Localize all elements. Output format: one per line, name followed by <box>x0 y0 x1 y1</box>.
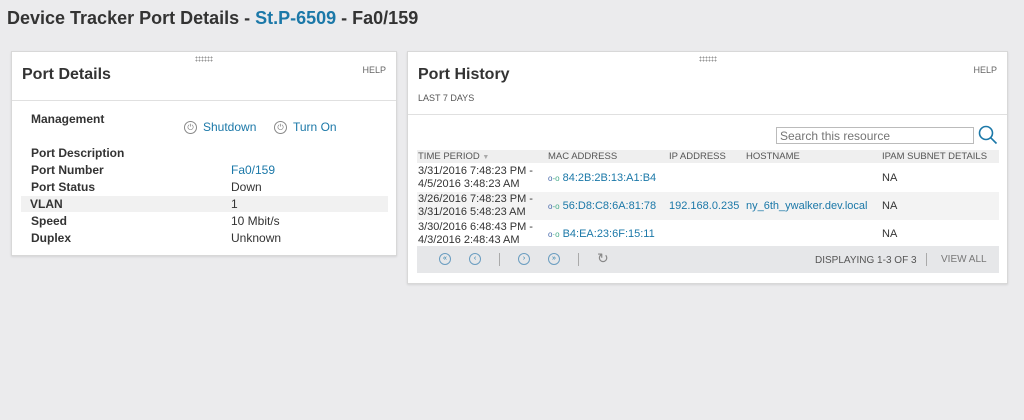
help-link[interactable]: HELP <box>973 65 997 75</box>
row-label: VLAN <box>30 197 63 211</box>
title-prefix: Device Tracker Port Details - <box>7 8 256 28</box>
panel-title: Port Details <box>22 66 111 83</box>
ipam-cell: NA <box>882 172 898 184</box>
panel-subtitle: LAST 7 DAYS <box>418 93 475 103</box>
shutdown-label: Shutdown <box>203 120 257 134</box>
help-link[interactable]: HELP <box>362 65 386 75</box>
ipam-cell: NA <box>882 228 898 240</box>
detail-row: Port Number Fa0/159 <box>21 162 388 178</box>
refresh-icon[interactable]: ↻ <box>597 250 609 267</box>
time-end: 3/31/2016 5:48:23 AM <box>418 206 526 218</box>
drag-handle[interactable] <box>195 56 213 62</box>
connection-icon: o-o <box>548 174 560 183</box>
time-period: 3/31/2016 7:48:23 PM -4/5/2016 3:48:23 A… <box>418 165 533 191</box>
detail-row: VLAN 1 <box>21 196 388 212</box>
title-suffix: - Fa0/159 <box>336 8 419 28</box>
first-page-icon[interactable]: « <box>439 253 451 265</box>
row-label: Speed <box>31 214 68 228</box>
last-page-icon[interactable]: » <box>548 253 560 265</box>
column-header-ip[interactable]: IP ADDRESS <box>669 150 726 163</box>
search-icon[interactable] <box>978 125 998 145</box>
time-period: 3/30/2016 6:48:43 PM -4/3/2016 2:48:43 A… <box>418 221 533 247</box>
drag-handle[interactable] <box>698 56 717 62</box>
time-period: 3/26/2016 7:48:23 PM -3/31/2016 5:48:23 … <box>418 193 533 219</box>
table-header: TIME PERIOD ▼ MAC ADDRESS IP ADDRESS HOS… <box>417 150 999 163</box>
divider <box>12 100 396 101</box>
row-label: Port Number <box>31 163 104 177</box>
row-value: 10 Mbit/s <box>231 214 280 228</box>
view-all-link[interactable]: VIEW ALL <box>941 254 987 265</box>
row-value: Unknown <box>231 231 282 245</box>
mac-cell: o-o 84:2B:2B:13:A1:B4 <box>548 172 656 185</box>
row-value[interactable]: Fa0/159 <box>231 162 275 178</box>
column-label: TIME PERIOD <box>418 151 480 162</box>
table-row: 3/31/2016 7:48:23 PM -4/5/2016 3:48:23 A… <box>417 164 999 192</box>
connection-icon: o-o <box>548 202 560 211</box>
port-details-panel: Port Details HELP Management ⏻ Shutdown ⏻… <box>11 51 397 256</box>
divider <box>408 114 1007 115</box>
ipam-cell: NA <box>882 200 898 212</box>
search-input[interactable] <box>776 127 974 144</box>
page-title: Device Tracker Port Details - St.P-6509 … <box>7 8 418 29</box>
power-icon: ⏻ <box>184 120 197 134</box>
column-header-time[interactable]: TIME PERIOD ▼ <box>418 150 489 164</box>
mac-cell: o·o B4:EA:23:6F:15:11 <box>548 228 655 241</box>
row-value: Down <box>231 180 262 194</box>
time-start: 3/31/2016 7:48:23 PM - <box>418 165 533 177</box>
table-row: 3/30/2016 6:48:43 PM -4/3/2016 2:48:43 A… <box>417 220 999 248</box>
disconnected-icon: o·o <box>548 230 560 239</box>
mac-cell: o-o 56:D8:C8:6A:81:78 <box>548 200 656 213</box>
separator <box>499 253 500 266</box>
time-start: 3/30/2016 6:48:43 PM - <box>418 221 533 233</box>
port-history-panel: Port History LAST 7 DAYS HELP TIME PERIO… <box>407 51 1008 284</box>
time-end: 4/3/2016 2:48:43 AM <box>418 234 520 246</box>
shutdown-button[interactable]: ⏻ Shutdown <box>184 120 256 134</box>
management-label: Management <box>31 112 105 126</box>
previous-page-icon[interactable]: ‹ <box>469 253 481 265</box>
row-label: Port Description <box>31 146 125 160</box>
column-header-ipam[interactable]: IPAM SUBNET DETAILS <box>882 150 987 163</box>
separator <box>578 253 579 266</box>
separator <box>926 253 927 266</box>
power-icon: ⏻ <box>274 120 287 134</box>
row-value: 1 <box>231 197 238 211</box>
column-header-hostname[interactable]: HOSTNAME <box>746 150 800 163</box>
detail-row: Port Description <box>21 145 388 161</box>
hostname-link[interactable]: ny_6th_ywalker.dev.local <box>746 200 867 213</box>
detail-row: Port Status Down <box>21 179 388 195</box>
mac-link[interactable]: B4:EA:23:6F:15:11 <box>563 228 655 241</box>
mac-link[interactable]: 56:D8:C8:6A:81:78 <box>563 200 657 213</box>
column-header-mac[interactable]: MAC ADDRESS <box>548 150 617 163</box>
turn-on-button[interactable]: ⏻ Turn On <box>274 120 337 134</box>
next-page-icon[interactable]: › <box>518 253 530 265</box>
row-label: Port Status <box>31 180 96 194</box>
detail-row: Duplex Unknown <box>21 230 388 246</box>
row-label: Duplex <box>31 231 72 245</box>
table-row: 3/26/2016 7:48:23 PM -3/31/2016 5:48:23 … <box>417 192 999 220</box>
table-footer: « ‹ › » ↻ DISPLAYING 1-3 OF 3 VIEW ALL <box>417 246 999 273</box>
panel-title: Port History <box>418 66 510 83</box>
ip-link[interactable]: 192.168.0.235 <box>669 200 739 213</box>
sort-icon: ▼ <box>482 154 490 161</box>
mac-link[interactable]: 84:2B:2B:13:A1:B4 <box>563 172 657 185</box>
pagination-status: DISPLAYING 1-3 OF 3 <box>815 255 917 266</box>
detail-row: Speed 10 Mbit/s <box>21 213 388 229</box>
time-start: 3/26/2016 7:48:23 PM - <box>418 193 533 205</box>
turn-on-label: Turn On <box>293 120 337 134</box>
time-end: 4/5/2016 3:48:23 AM <box>418 178 520 190</box>
device-link[interactable]: St.P-6509 <box>255 8 336 28</box>
